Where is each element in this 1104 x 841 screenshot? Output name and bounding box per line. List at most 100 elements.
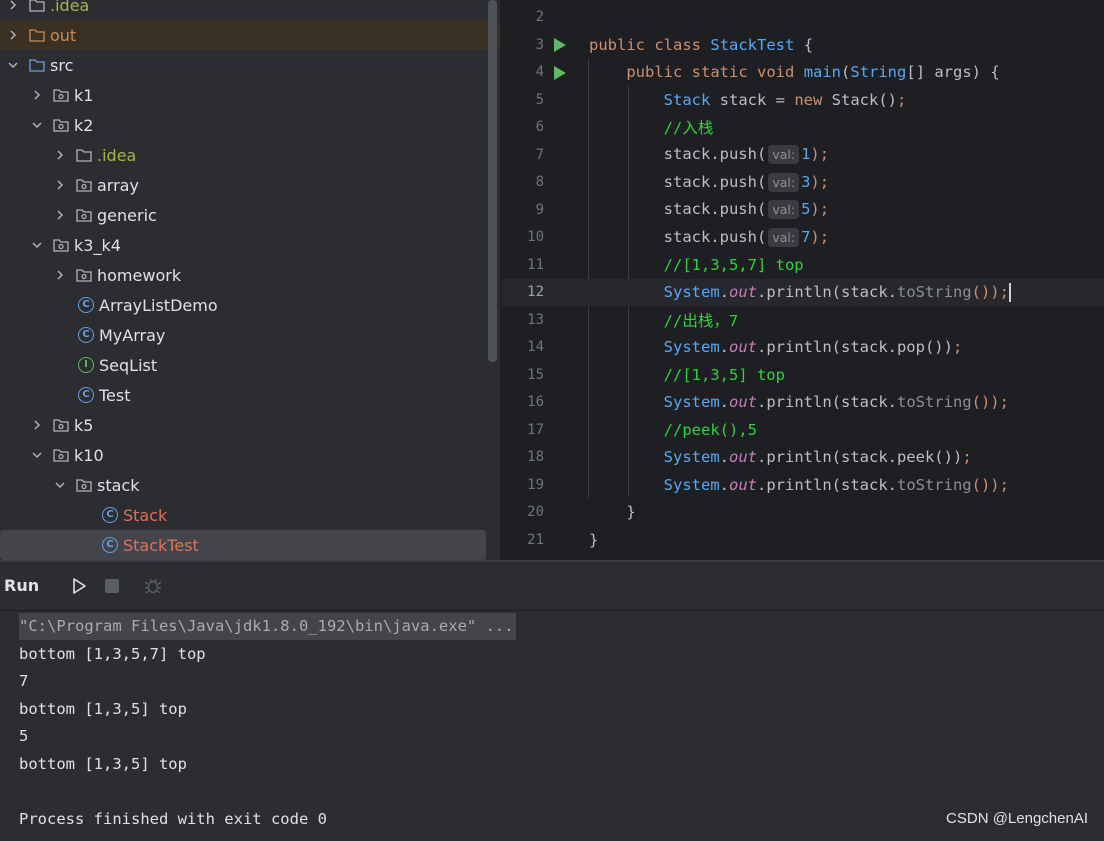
run-gutter-icon[interactable] [553,65,567,85]
code-editor[interactable]: 2 3 public class StackTest { 4 public st… [502,0,1104,560]
tree-item-arraylistdemo[interactable]: C ArrayListDemo [0,290,500,320]
code-comment: //peek(),5 [663,420,757,439]
line-number: 19 [527,476,544,493]
chevron-down-icon[interactable] [6,58,20,72]
line-number: 6 [535,119,544,136]
code-token: ; [896,90,907,109]
chevron-right-icon[interactable] [53,178,67,192]
chevron-down-icon[interactable] [30,118,44,132]
tree-item-stack-package[interactable]: stack [0,470,500,500]
tree-item-k2[interactable]: k2 [0,110,500,140]
tree-item-label: src [50,55,74,75]
parameter-hint: val: [768,200,800,220]
code-token: stack.push( [663,145,767,164]
package-icon [52,446,70,464]
keyword: public [589,35,645,54]
line-number: 12 [527,284,544,301]
console-line: bottom [1,3,5] top [19,754,187,773]
rerun-icon[interactable] [67,574,91,598]
tree-item-idea-root[interactable]: .idea [0,0,500,20]
code-line[interactable]: 6 //入栈 [502,114,1104,142]
line-number: 14 [527,339,544,356]
code-line[interactable]: 8 stack.push(val: 3); [502,169,1104,197]
package-icon [52,86,70,104]
code-line[interactable]: 21 } [502,526,1104,554]
run-gutter-icon[interactable] [553,37,567,57]
code-token: ()); [971,282,1009,301]
package-icon [52,416,70,434]
console-command-line[interactable]: "C:\Program Files\Java\jdk1.8.0_192\bin\… [19,613,516,640]
stop-icon[interactable] [100,574,124,598]
tree-item-k1[interactable]: k1 [0,80,500,110]
code-token: ); [810,172,830,191]
code-line[interactable]: 13 //出栈，7 [502,306,1104,334]
code-line[interactable]: 5 Stack stack = new Stack(); [502,86,1104,114]
code-token: .println(stack.pop()) [757,338,953,357]
chevron-down-icon[interactable] [53,478,67,492]
code-line[interactable]: 16 System.out.println(stack.toString()); [502,389,1104,417]
line-number: 21 [527,531,544,548]
keyword: class [654,35,702,54]
tree-item-array[interactable]: array [0,170,500,200]
chevron-down-icon[interactable] [30,238,44,252]
tree-item-stacktest[interactable]: C StackTest [0,530,486,560]
tree-item-k2-idea[interactable]: .idea [0,140,500,170]
code-token: [] args) { [906,63,1000,82]
chevron-down-icon[interactable] [30,448,44,462]
code-line[interactable]: 11 //[1,3,5,7] top [502,251,1104,279]
code-line[interactable]: 4 public static void main(String[] args)… [502,59,1104,87]
run-console-output[interactable]: "C:\Program Files\Java\jdk1.8.0_192\bin\… [0,611,1104,841]
package-icon [75,206,93,224]
chevron-right-icon[interactable] [6,0,20,12]
code-line[interactable]: 18 System.out.println(stack.peek()); [502,444,1104,472]
code-line[interactable]: 19 System.out.println(stack.toString()); [502,471,1104,499]
code-line[interactable]: 20 } [502,499,1104,527]
code-line[interactable]: 14 System.out.println(stack.pop()); [502,334,1104,362]
tree-item-stack-class[interactable]: C Stack [0,500,500,530]
chevron-right-icon[interactable] [30,418,44,432]
tree-item-out[interactable]: out [0,20,500,50]
debug-bug-icon[interactable] [141,574,165,598]
code-line[interactable]: 15 //[1,3,5] top [502,361,1104,389]
chevron-right-icon[interactable] [53,208,67,222]
tree-item-seqlist[interactable]: I SeqList [0,350,500,380]
tree-item-src[interactable]: src [0,50,500,80]
tree-item-label: SeqList [99,355,158,375]
tree-item-k5[interactable]: k5 [0,410,500,440]
class-icon: C [101,506,119,524]
interface-icon: I [77,356,95,374]
class-icon: C [77,386,95,404]
code-token: ); [810,145,830,164]
code-line[interactable]: 2 [502,3,1104,31]
package-icon [75,176,93,194]
code-line[interactable]: 3 public class StackTest { [502,31,1104,59]
run-tool-window-title[interactable]: Run [4,576,39,595]
chevron-right-icon[interactable] [6,28,20,42]
tree-item-test[interactable]: C Test [0,380,500,410]
code-comment: //入栈 [663,119,714,138]
package-icon [52,236,70,254]
chevron-right-icon[interactable] [30,88,44,102]
package-icon [75,266,93,284]
code-line[interactable]: 9 stack.push(val: 5); [502,196,1104,224]
code-token: stack.push( [663,172,767,191]
chevron-right-icon[interactable] [53,148,67,162]
code-token: stack = [710,90,795,109]
tree-item-k10[interactable]: k10 [0,440,500,470]
tree-item-label: k2 [74,115,94,135]
code-line-current[interactable]: 12 System.out.println(stack.toString()); [502,278,1104,306]
source-folder-icon [28,56,46,74]
tree-item-homework[interactable]: homework [0,260,500,290]
line-number: 16 [527,394,544,411]
code-line[interactable]: 17 //peek(),5 [502,416,1104,444]
tree-item-myarray[interactable]: C MyArray [0,320,500,350]
chevron-right-icon[interactable] [53,268,67,282]
line-number: 7 [535,146,544,163]
code-line[interactable]: 10 stack.push(val: 7); [502,224,1104,252]
tree-item-k3-k4[interactable]: k3_k4 [0,230,500,260]
number-literal: 1 [801,145,811,164]
class-name: System [663,448,720,467]
code-line[interactable]: 7 stack.push(val: 1); [502,141,1104,169]
tree-item-generic[interactable]: generic [0,200,500,230]
tree-scrollbar[interactable] [488,0,497,362]
